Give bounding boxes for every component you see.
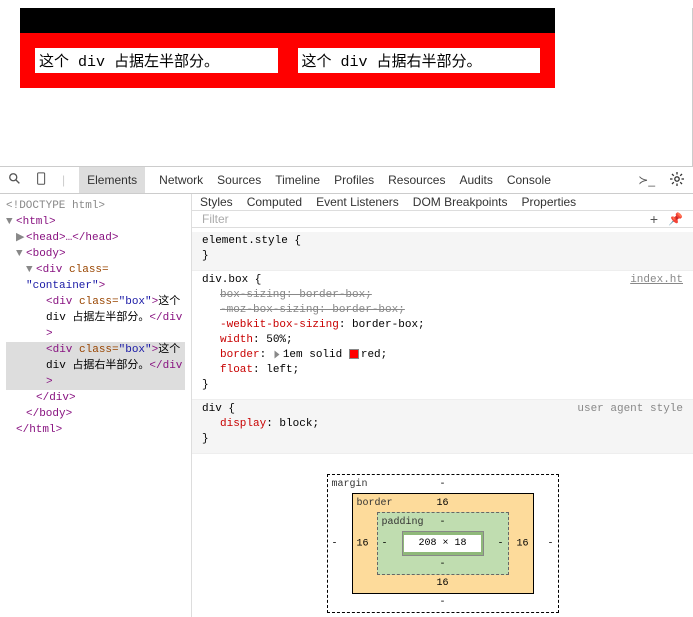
bm-padding-left: - [382, 536, 388, 551]
new-rule-icon[interactable]: + [650, 211, 658, 227]
dom-doctype[interactable]: <!DOCTYPE html> [6, 198, 185, 214]
bm-border-top: 16 [436, 496, 448, 511]
pin-icon[interactable]: 📌 [668, 212, 683, 226]
bm-border-label: border [357, 496, 393, 511]
styles-panel: Styles Computed Event Listeners DOM Brea… [192, 194, 693, 617]
bm-border[interactable]: border 16 16 16 16 padding - - - - 208 ×… [352, 493, 534, 594]
tab-resources[interactable]: Resources [388, 173, 445, 187]
devtools-body: <!DOCTYPE html> ▼<html> ▶<head>…</head> … [0, 194, 693, 617]
styles-tab-computed[interactable]: Computed [247, 195, 302, 209]
bm-padding-right: - [497, 536, 503, 551]
dom-body-open[interactable]: ▼<body> [6, 246, 185, 262]
prop-moz-box-sizing-struck[interactable]: -moz-box-sizing: border-box; [202, 303, 683, 318]
dom-box1[interactable]: <div class="box">这个 div 占据左半部分。</div> [6, 294, 185, 342]
bm-margin-right: - [547, 536, 553, 551]
expand-icon[interactable] [274, 350, 279, 358]
rule-div-ua[interactable]: user agent style div { display: block; } [192, 400, 693, 454]
bm-margin-top: - [439, 477, 445, 492]
prop-webkit-box-sizing[interactable]: -webkit-box-sizing: border-box; [202, 318, 683, 333]
box-model-diagram[interactable]: margin - - - - border 16 16 16 16 paddin… [327, 474, 559, 613]
search-icon[interactable] [8, 172, 22, 189]
box-right[interactable]: 这个 div 占据右半部分。 [298, 48, 541, 73]
rendered-page: 这个 div 占据左半部分。 这个 div 占据右半部分。 [0, 8, 693, 166]
tab-elements[interactable]: Elements [79, 167, 145, 193]
bm-padding-label: padding [382, 515, 424, 530]
styles-tab-listeners[interactable]: Event Listeners [316, 195, 399, 209]
bm-border-bottom: 16 [436, 576, 448, 591]
dom-container-open[interactable]: ▼<div class="container"> [6, 262, 185, 294]
prop-width[interactable]: width: 50%; [202, 333, 683, 348]
prop-display[interactable]: display: block; [202, 417, 683, 432]
rule-source-ua: user agent style [577, 402, 683, 417]
dom-body-close[interactable]: </body> [6, 406, 185, 422]
bm-content-size: 208 × 18 [404, 535, 480, 552]
bm-margin-left: - [332, 536, 338, 551]
container-div[interactable]: 这个 div 占据左半部分。 这个 div 占据右半部分。 [20, 33, 555, 88]
prop-box-sizing-struck[interactable]: box-sizing: border-box; [202, 288, 683, 303]
brace-close: } [202, 249, 683, 264]
selector-divbox: div.box { [202, 273, 683, 288]
rule-div-box[interactable]: index.ht div.box { box-sizing: border-bo… [192, 271, 693, 400]
gear-icon[interactable] [669, 171, 685, 190]
styles-filter-bar: Filter + 📌 [192, 211, 693, 228]
brace-close: } [202, 378, 683, 393]
tab-network[interactable]: Network [159, 173, 203, 187]
prop-border[interactable]: border: 1em solid red; [202, 348, 683, 363]
drawer-icon[interactable]: ≻_ [638, 173, 655, 187]
bm-padding-top: - [439, 515, 445, 530]
dom-tree[interactable]: <!DOCTYPE html> ▼<html> ▶<head>…</head> … [0, 194, 192, 617]
dom-head[interactable]: ▶<head>…</head> [6, 230, 185, 246]
tab-profiles[interactable]: Profiles [334, 173, 374, 187]
box-left[interactable]: 这个 div 占据左半部分。 [35, 48, 278, 73]
tab-timeline[interactable]: Timeline [275, 173, 320, 187]
styles-tab-dombp[interactable]: DOM Breakpoints [413, 195, 508, 209]
filter-input[interactable]: Filter [202, 212, 229, 226]
bm-margin[interactable]: margin - - - - border 16 16 16 16 paddin… [327, 474, 559, 613]
dom-html-open[interactable]: ▼<html> [6, 214, 185, 230]
selector-element-style: element.style { [202, 234, 683, 249]
rule-source-link[interactable]: index.ht [630, 273, 683, 288]
bm-border-right: 16 [516, 536, 528, 551]
bm-border-left: 16 [357, 536, 369, 551]
black-bar [20, 8, 555, 33]
bm-margin-bottom: - [439, 595, 445, 610]
bm-padding[interactable]: padding - - - - 208 × 18 [377, 512, 509, 575]
bm-margin-label: margin [332, 477, 368, 492]
dom-html-close[interactable]: </html> [6, 422, 185, 438]
tab-audits[interactable]: Audits [459, 173, 492, 187]
bm-padding-bottom: - [439, 557, 445, 572]
color-swatch-red[interactable] [349, 349, 359, 359]
styles-tabs: Styles Computed Event Listeners DOM Brea… [192, 194, 693, 211]
tab-console[interactable]: Console [507, 173, 551, 187]
devtools-toolbar: | Elements Network Sources Timeline Prof… [0, 166, 693, 194]
styles-tab-styles[interactable]: Styles [200, 195, 233, 209]
bm-content[interactable]: 208 × 18 [402, 531, 484, 556]
styles-rules: element.style { } index.ht div.box { box… [192, 228, 693, 617]
styles-tab-props[interactable]: Properties [521, 195, 576, 209]
brace-close: } [202, 432, 683, 447]
dom-container-close[interactable]: </div> [6, 390, 185, 406]
rule-element-style[interactable]: element.style { } [192, 232, 693, 271]
prop-float[interactable]: float: left; [202, 363, 683, 378]
dom-box2-selected[interactable]: <div class="box">这个 div 占据右半部分。</div> [6, 342, 185, 390]
tab-sources[interactable]: Sources [217, 173, 261, 187]
device-icon[interactable] [36, 172, 48, 189]
